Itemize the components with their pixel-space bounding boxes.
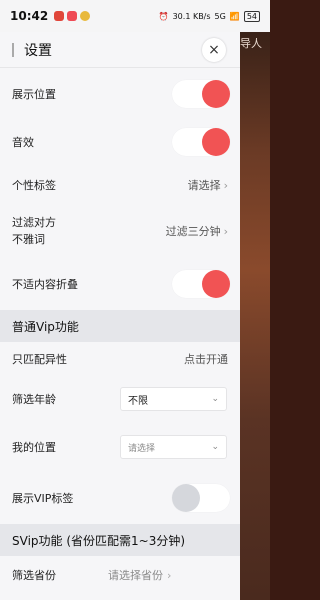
age-select-value: 不限 xyxy=(128,395,148,407)
chevron-right-icon: › xyxy=(223,179,228,192)
opposite-sex-label: 只匹配异性 xyxy=(12,352,67,366)
toggle-knob xyxy=(202,270,230,298)
status-app-icons xyxy=(54,11,91,21)
toggle-knob xyxy=(172,484,200,512)
close-icon: × xyxy=(208,42,220,58)
age-filter-label: 筛选年龄 xyxy=(12,392,56,406)
show-vip-tag-label: 展示VIP标签 xyxy=(12,491,74,505)
page-title: 设置 xyxy=(24,42,52,59)
show-vip-tag-toggle[interactable] xyxy=(172,484,230,512)
chevron-down-icon: ⌄ xyxy=(211,394,219,404)
toggle-knob xyxy=(202,80,230,108)
close-button[interactable]: × xyxy=(202,38,226,62)
personal-tag-label: 个性标签 xyxy=(12,178,56,192)
age-select[interactable]: 不限 ⌄ xyxy=(120,387,227,411)
header-accent-bar xyxy=(12,42,14,57)
filter-label: 过滤对方 不雅词 xyxy=(12,216,56,246)
province-filter-label: 筛选省份 xyxy=(12,568,56,582)
fold-content-label: 不适内容折叠 xyxy=(12,277,78,291)
sound-label: 音效 xyxy=(12,135,34,149)
opposite-sex-value: 点击开通 xyxy=(184,353,228,366)
svip-section-header: SVip功能 (省份匹配需1~3分钟) xyxy=(0,524,240,556)
toggle-knob xyxy=(202,128,230,156)
battery-icon: 54 xyxy=(243,10,260,22)
filter-value: 过滤三分钟 › xyxy=(165,225,228,238)
chevron-right-icon: › xyxy=(223,225,228,238)
show-location-toggle[interactable] xyxy=(172,80,230,108)
my-location-label: 我的位置 xyxy=(12,440,56,454)
province-value: 请选择省份 xyxy=(108,569,163,582)
status-time: 10:42 xyxy=(10,9,49,23)
signal-type: 5G xyxy=(214,11,226,21)
row-filter[interactable]: 过滤对方 不雅词 过滤三分钟 › xyxy=(0,210,240,252)
notification-app-icon xyxy=(67,11,78,21)
alarm-icon: ⏰ xyxy=(158,11,169,21)
notification-app-icon xyxy=(80,11,91,21)
chevron-right-icon: › xyxy=(167,568,172,582)
header-divider xyxy=(0,67,240,68)
settings-drawer: 设置 × 展示位置 音效 个性标签 请选择 › 过滤对方 不雅词 过滤三分钟 › 不适… xyxy=(0,0,240,600)
notification-app-icon xyxy=(54,11,65,21)
status-right: ⏰ 30.1 KB/s 5G 📶 54 xyxy=(158,10,260,22)
vip-section-header: 普通Vip功能 xyxy=(0,310,240,342)
location-select-placeholder: 请选择 xyxy=(128,443,156,454)
fold-content-toggle[interactable] xyxy=(172,270,230,298)
row-personal-tag[interactable]: 个性标签 请选择 › xyxy=(0,170,240,200)
sound-toggle[interactable] xyxy=(172,128,230,156)
row-opposite-sex[interactable]: 只匹配异性 点击开通 xyxy=(0,344,240,374)
drawer-header: 设置 × xyxy=(0,32,240,67)
status-bar: 10:42 ⏰ 30.1 KB/s 5G 📶 54 xyxy=(0,0,270,32)
chevron-down-icon: ⌄ xyxy=(211,442,219,452)
network-speed: 30.1 KB/s xyxy=(172,11,211,21)
province-select[interactable]: 请选择省份 › xyxy=(108,560,208,590)
background-peek-text: 导人 xyxy=(240,37,262,50)
show-location-label: 展示位置 xyxy=(12,87,56,101)
personal-tag-value: 请选择 › xyxy=(187,179,228,192)
wifi-icon: 📶 xyxy=(229,11,240,21)
location-select[interactable]: 请选择 ⌄ xyxy=(120,435,227,459)
